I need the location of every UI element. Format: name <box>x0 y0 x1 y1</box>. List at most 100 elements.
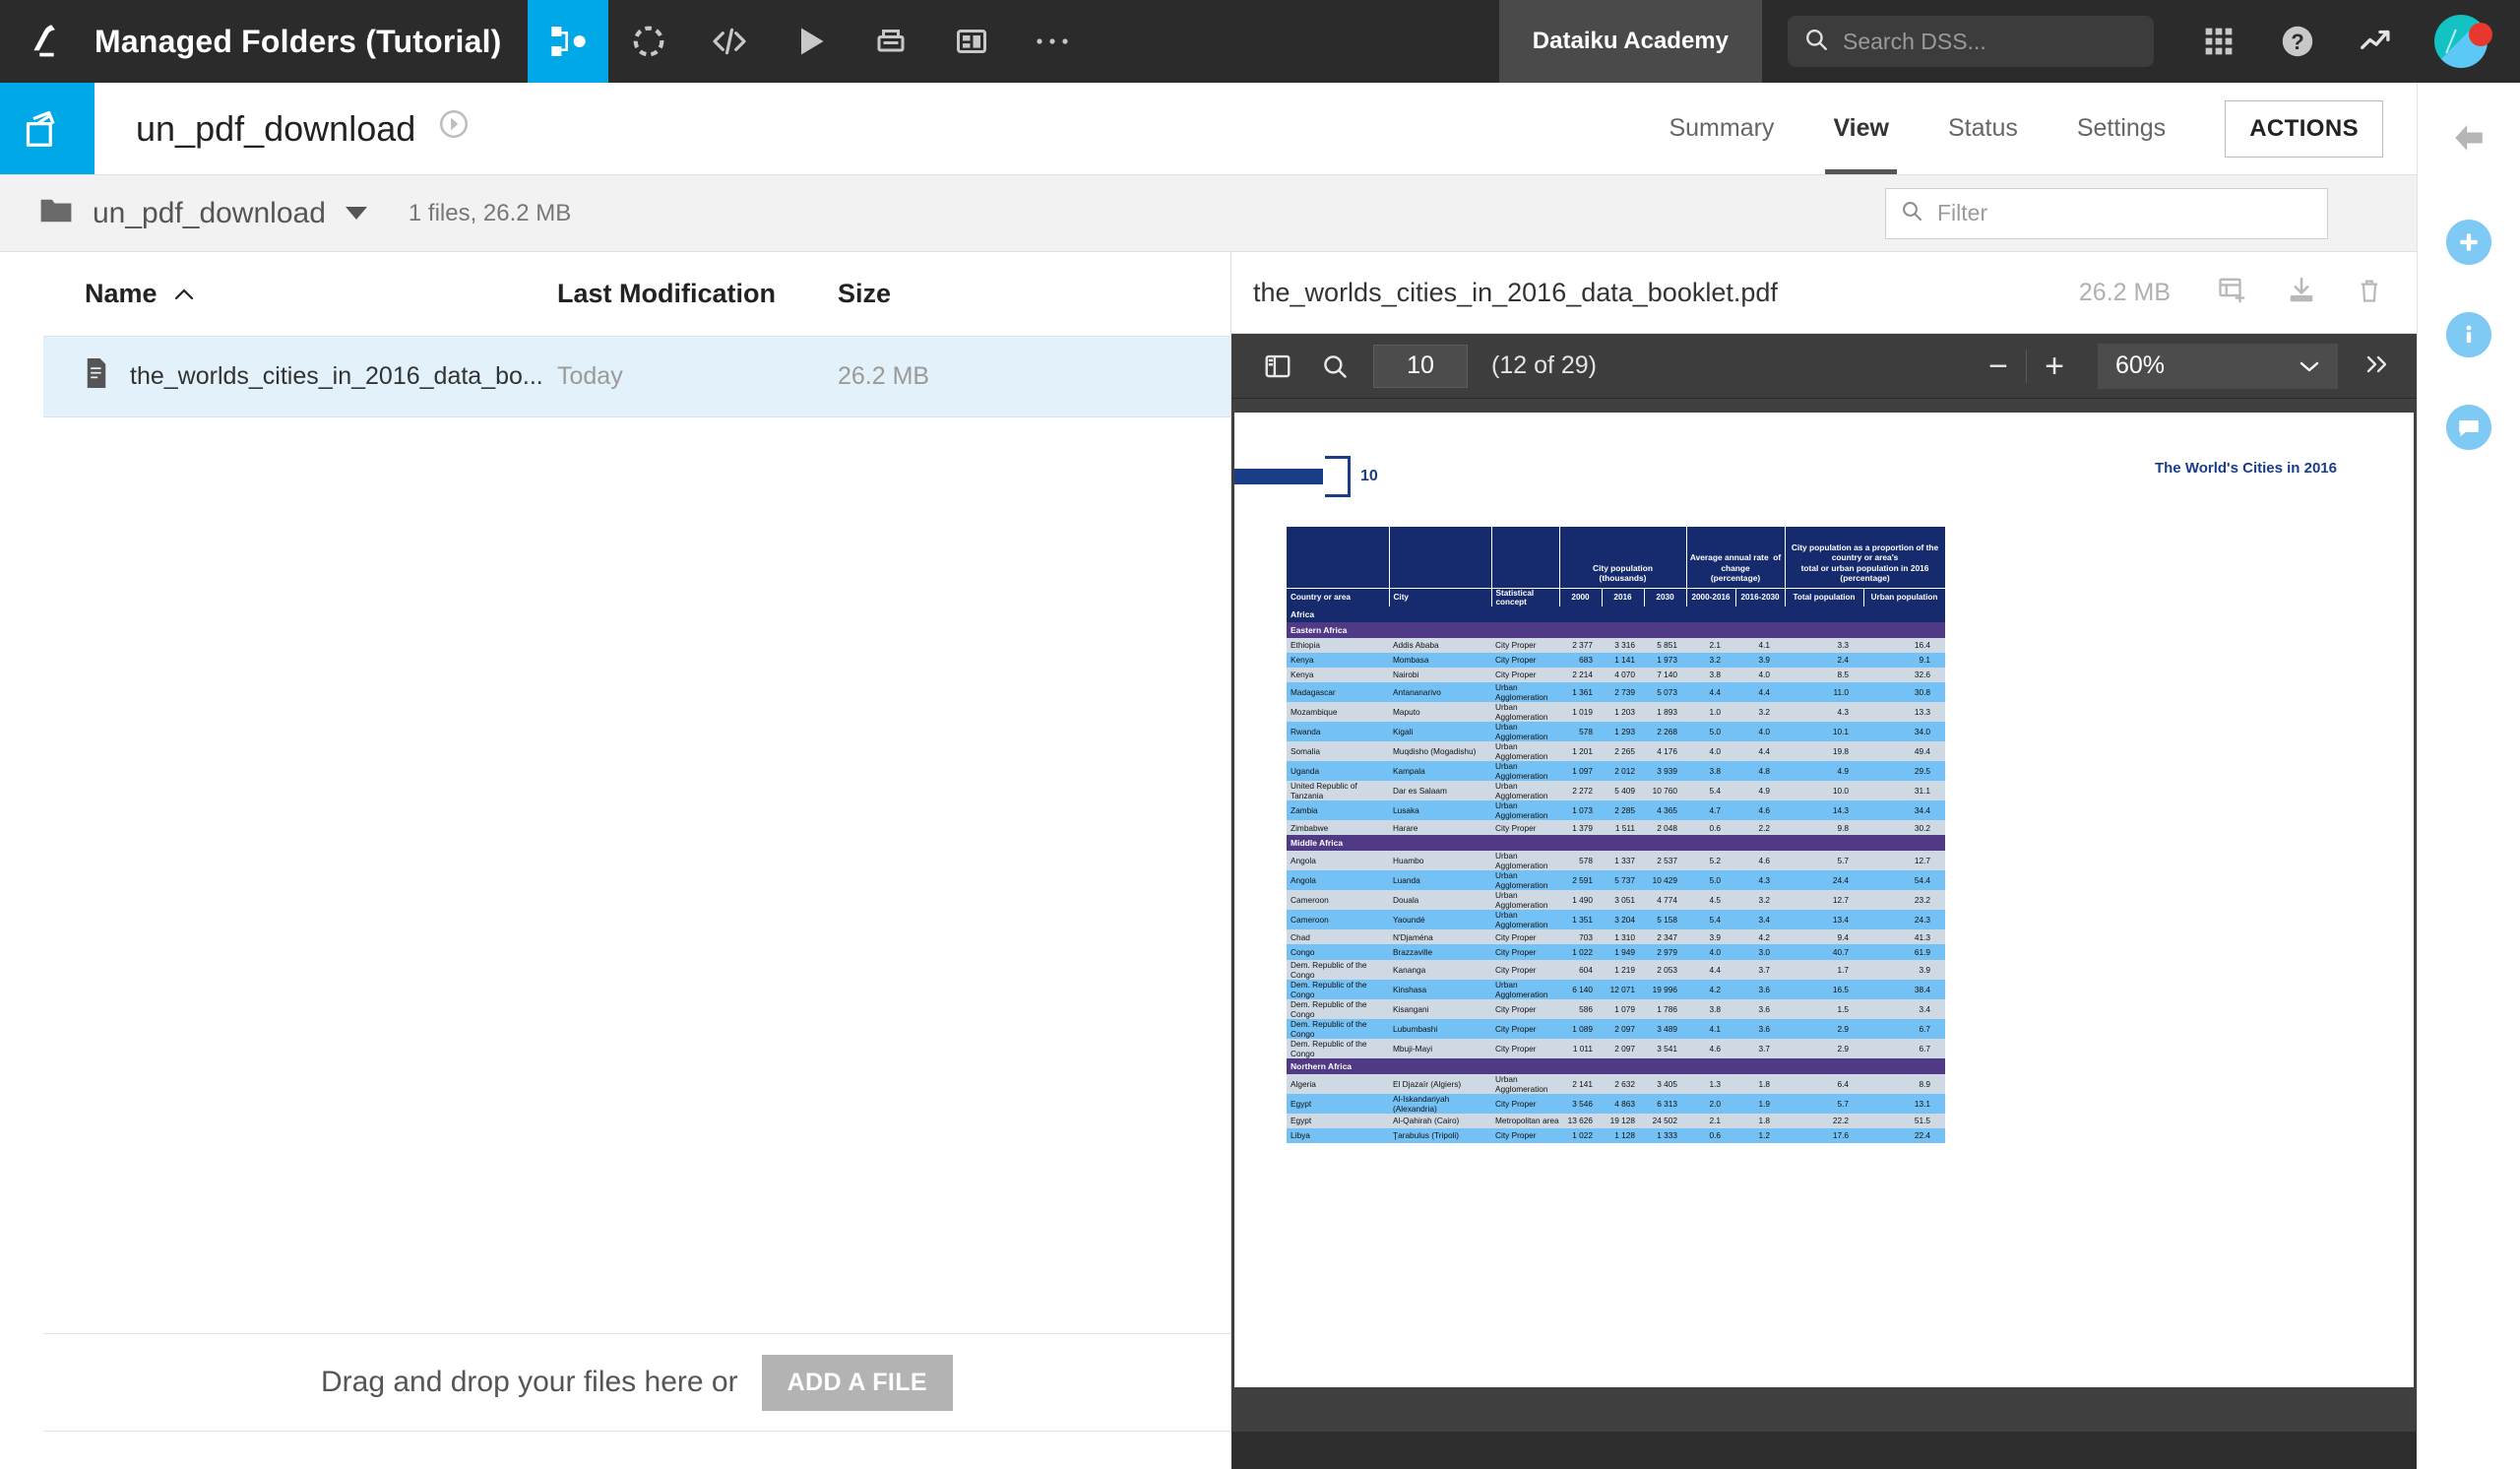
table-cell: 9.1 <box>1863 653 1945 668</box>
table-cell: 6.7 <box>1863 1039 1945 1058</box>
table-cell: 12.7 <box>1863 851 1945 870</box>
table-cell: 3.8 <box>1686 668 1735 682</box>
tab-summary[interactable]: Summary <box>1639 83 1803 174</box>
automation-icon[interactable] <box>850 0 931 83</box>
sidebar-toggle-icon[interactable] <box>1249 344 1306 389</box>
pdf-viewer-canvas[interactable]: 10 The World's Cities in 2016 City popul… <box>1231 399 2417 1432</box>
table-row[interactable]: the_worlds_cities_in_2016_data_bo... Tod… <box>43 337 1230 417</box>
pdf-page: 10 The World's Cities in 2016 City popul… <box>1234 413 2414 1387</box>
file-document-icon <box>85 358 108 395</box>
column-header-last-modification[interactable]: Last Modification <box>557 279 838 309</box>
table-cell: 34.4 <box>1863 800 1945 820</box>
col-city: City <box>1389 588 1491 607</box>
apps-grid-icon[interactable] <box>2179 26 2258 57</box>
search-dss-box[interactable] <box>1788 16 2154 67</box>
table-cell: 4.0 <box>1735 722 1785 741</box>
collapse-left-arrow-icon[interactable] <box>2447 116 2490 164</box>
table-cell: 2 268 <box>1644 722 1686 741</box>
table-cell: 6 313 <box>1644 1094 1686 1114</box>
search-input[interactable] <box>1843 29 2138 55</box>
zoom-out-button[interactable]: − <box>1971 350 2026 383</box>
share-status-icon[interactable] <box>437 107 471 150</box>
dashboards-icon[interactable] <box>931 0 1012 83</box>
create-dataset-icon[interactable] <box>2218 277 2247 309</box>
table-cell: 24.3 <box>1863 910 1945 929</box>
table-cell: 14.3 <box>1785 800 1863 820</box>
zoom-in-button[interactable]: + <box>2027 350 2082 383</box>
table-cell: 13.3 <box>1863 702 1945 722</box>
caret-up-icon[interactable] <box>173 279 195 309</box>
preview-header: the_worlds_cities_in_2016_data_booklet.p… <box>1231 252 2417 334</box>
table-cell: Kisangani <box>1389 999 1491 1019</box>
chevron-down-icon[interactable] <box>346 207 367 220</box>
table-cell: 4 774 <box>1644 890 1686 910</box>
table-cell: 604 <box>1559 960 1602 980</box>
dataiku-academy-button[interactable]: Dataiku Academy <box>1499 0 1762 83</box>
table-row: United Republic of TanzaniaDar es Salaam… <box>1287 781 1945 800</box>
filter-input[interactable] <box>1937 200 2313 226</box>
filter-box[interactable] <box>1885 188 2328 239</box>
code-icon[interactable] <box>689 0 770 83</box>
info-icon[interactable] <box>2446 312 2491 357</box>
pdf-running-header: The World's Cities in 2016 <box>2155 460 2337 477</box>
add-a-file-button[interactable]: ADD A FILE <box>762 1355 953 1411</box>
table-cell: 3.4 <box>1863 999 1945 1019</box>
flow-icon[interactable] <box>528 0 608 83</box>
table-cell: 51.5 <box>1863 1114 1945 1128</box>
notification-badge <box>2469 23 2492 46</box>
table-row: RwandaKigaliUrban Agglomeration5781 2932… <box>1287 722 1945 741</box>
table-cell: 41.3 <box>1863 929 1945 944</box>
table-body: AfricaEastern AfricaEthiopiaAddis AbabaC… <box>1287 607 1945 1144</box>
table-cell: Urban Agglomeration <box>1491 890 1559 910</box>
region-label: Africa <box>1287 607 1945 622</box>
table-cell: 3.8 <box>1686 761 1735 781</box>
topnav-right-icons: ? <box>2179 0 2520 83</box>
download-icon[interactable] <box>2287 277 2316 309</box>
table-cell: 1 022 <box>1559 1128 1602 1143</box>
folder-breadcrumb[interactable]: un_pdf_download 1 files, 26.2 MB <box>0 197 571 230</box>
tab-settings[interactable]: Settings <box>2048 83 2195 174</box>
table-cell: Urban Agglomeration <box>1491 910 1559 929</box>
table-cell: 1 097 <box>1559 761 1602 781</box>
table-cell: 17.6 <box>1785 1128 1863 1143</box>
svg-text:?: ? <box>2291 30 2304 54</box>
header-group-blank-3 <box>1491 527 1559 588</box>
lab-icon[interactable] <box>608 0 689 83</box>
table-cell: 12 071 <box>1602 980 1644 999</box>
trend-up-icon[interactable] <box>2337 23 2416 60</box>
column-header-size[interactable]: Size <box>838 279 891 309</box>
discussions-chat-icon[interactable] <box>2446 405 2491 450</box>
file-dropzone[interactable]: Drag and drop your files here or ADD A F… <box>43 1333 1230 1432</box>
table-cell: 2 632 <box>1602 1074 1644 1094</box>
dataiku-bird-logo-icon[interactable] <box>0 0 94 83</box>
actions-button[interactable]: ACTIONS <box>2225 100 2383 158</box>
right-rail <box>2417 83 2520 1432</box>
table-cell: Dar es Salaam <box>1389 781 1491 800</box>
tab-status[interactable]: Status <box>1919 83 2048 174</box>
find-search-icon[interactable] <box>1306 344 1363 389</box>
page-number-input[interactable] <box>1373 345 1468 388</box>
table-cell: 3.2 <box>1735 702 1785 722</box>
tab-view[interactable]: View <box>1803 83 1919 174</box>
delete-trash-icon[interactable] <box>2356 277 2383 309</box>
table-cell: 5.4 <box>1686 781 1735 800</box>
jobs-play-icon[interactable] <box>770 0 850 83</box>
user-avatar[interactable] <box>2416 15 2506 68</box>
table-cell: 4.2 <box>1686 980 1735 999</box>
table-cell: 5.0 <box>1686 722 1735 741</box>
more-ellipsis-icon[interactable] <box>1012 0 1093 83</box>
managed-folder-icon <box>0 83 94 174</box>
table-cell: 16.5 <box>1785 980 1863 999</box>
table-cell: 5 409 <box>1602 781 1644 800</box>
add-plus-icon[interactable] <box>2446 220 2491 265</box>
table-cell: 1.3 <box>1686 1074 1735 1094</box>
help-question-icon[interactable]: ? <box>2258 23 2337 60</box>
table-cell: 6.4 <box>1785 1074 1863 1094</box>
table-cell: City Proper <box>1491 999 1559 1019</box>
table-cell: N'Djaména <box>1389 929 1491 944</box>
double-chevron-right-icon[interactable] <box>2363 350 2393 383</box>
zoom-level-select[interactable]: 60% <box>2098 344 2338 389</box>
chevron-down-icon <box>2299 351 2320 380</box>
table-row: AngolaHuamboUrban Agglomeration5781 3372… <box>1287 851 1945 870</box>
column-header-name[interactable]: Name <box>85 279 557 309</box>
